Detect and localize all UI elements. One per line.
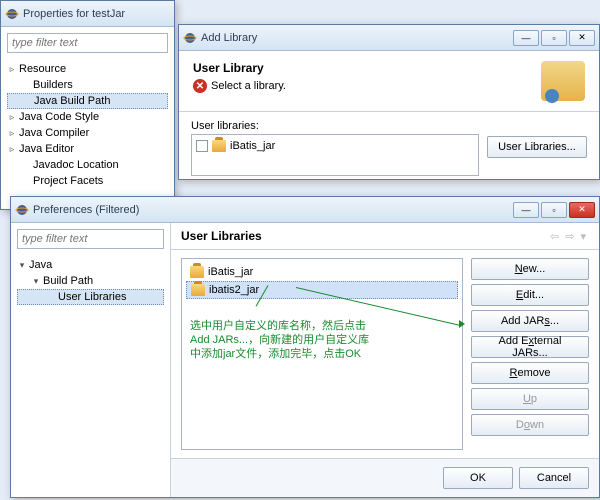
nav-back-icon[interactable]: ⇦ [547,230,562,243]
close-button[interactable]: ✕ [569,30,595,46]
preferences-tree-panel: ▾Java ▾Build Path User Libraries [11,223,171,497]
jar-icon [191,284,205,296]
filter-input[interactable] [17,229,164,249]
tree-item-resource[interactable]: ▹Resource [7,61,168,77]
annotation-text: 选中用户自定义的库名称，然后点击 Add JARs...，向新建的用户自定义库 … [190,319,369,361]
tree-item-project-facets[interactable]: Project Facets [7,173,168,189]
jar-icon [190,266,204,278]
down-button[interactable]: Down [471,414,589,436]
new-button[interactable]: New... [471,258,589,280]
tree-item-java[interactable]: ▾Java [17,257,164,273]
add-jars-button[interactable]: Add JARs... [471,310,589,332]
edit-button[interactable]: Edit... [471,284,589,306]
window-title: Preferences (Filtered) [33,204,513,216]
minimize-button[interactable]: — [513,30,539,46]
tree-item-java-code-style[interactable]: ▹Java Code Style [7,109,168,125]
window-title: Properties for testJar [23,8,170,20]
cancel-button[interactable]: Cancel [519,467,589,489]
tree-item-java-build-path[interactable]: Java Build Path [7,93,168,109]
up-button[interactable]: Up [471,388,589,410]
filter-input[interactable] [7,33,168,53]
titlebar[interactable]: Properties for testJar [1,1,174,27]
page-title: User Libraries [181,229,547,243]
jar-icon [212,140,226,152]
library-jar-icon [541,61,585,101]
list-item[interactable]: iBatis_jar [186,263,458,281]
ok-button[interactable]: OK [443,467,513,489]
minimize-button[interactable]: — [513,202,539,218]
list-item[interactable]: iBatis_jar [194,137,476,155]
eclipse-icon [183,31,197,45]
preferences-window: Preferences (Filtered) — ▫ ✕ ▾Java ▾Buil… [10,196,600,498]
tree-item-java-editor[interactable]: ▹Java Editor [7,141,168,157]
titlebar[interactable]: Add Library — ▫ ✕ [179,25,599,51]
properties-tree: ▹Resource Builders Java Build Path ▹Java… [1,59,174,195]
maximize-button[interactable]: ▫ [541,202,567,218]
libraries-list[interactable]: iBatis_jar ibatis2_jar 选中用户自定义的库名称，然后点击 … [181,258,463,450]
nav-forward-icon[interactable]: ⇨ [562,230,577,243]
banner: User Library ✕ Select a library. [179,51,599,112]
user-libraries-label: User libraries: [191,120,479,132]
tree-item-java-compiler[interactable]: ▹Java Compiler [7,125,168,141]
eclipse-icon [5,7,19,21]
add-external-jars-button[interactable]: Add External JARs... [471,336,589,358]
nav-menu-icon[interactable]: ▾ [577,230,589,243]
checkbox[interactable] [196,140,208,152]
maximize-button[interactable]: ▫ [541,30,567,46]
banner-message: Select a library. [211,80,286,92]
tree-item-user-libraries[interactable]: User Libraries [17,289,164,305]
tree-item-builders[interactable]: Builders [7,77,168,93]
tree-item-javadoc[interactable]: Javadoc Location [7,157,168,173]
error-icon: ✕ [193,79,207,93]
user-libraries-button[interactable]: User Libraries... [487,136,587,158]
add-library-window: Add Library — ▫ ✕ User Library ✕ Select … [178,24,600,180]
eclipse-icon [15,203,29,217]
tree-item-build-path[interactable]: ▾Build Path [17,273,164,289]
banner-title: User Library [193,61,541,75]
window-title: Add Library [201,32,513,44]
properties-window: Properties for testJar ▹Resource Builder… [0,0,175,210]
user-libraries-list[interactable]: iBatis_jar [191,134,479,176]
remove-button[interactable]: Remove [471,362,589,384]
close-button[interactable]: ✕ [569,202,595,218]
list-item[interactable]: ibatis2_jar [186,281,458,299]
titlebar[interactable]: Preferences (Filtered) — ▫ ✕ [11,197,599,223]
